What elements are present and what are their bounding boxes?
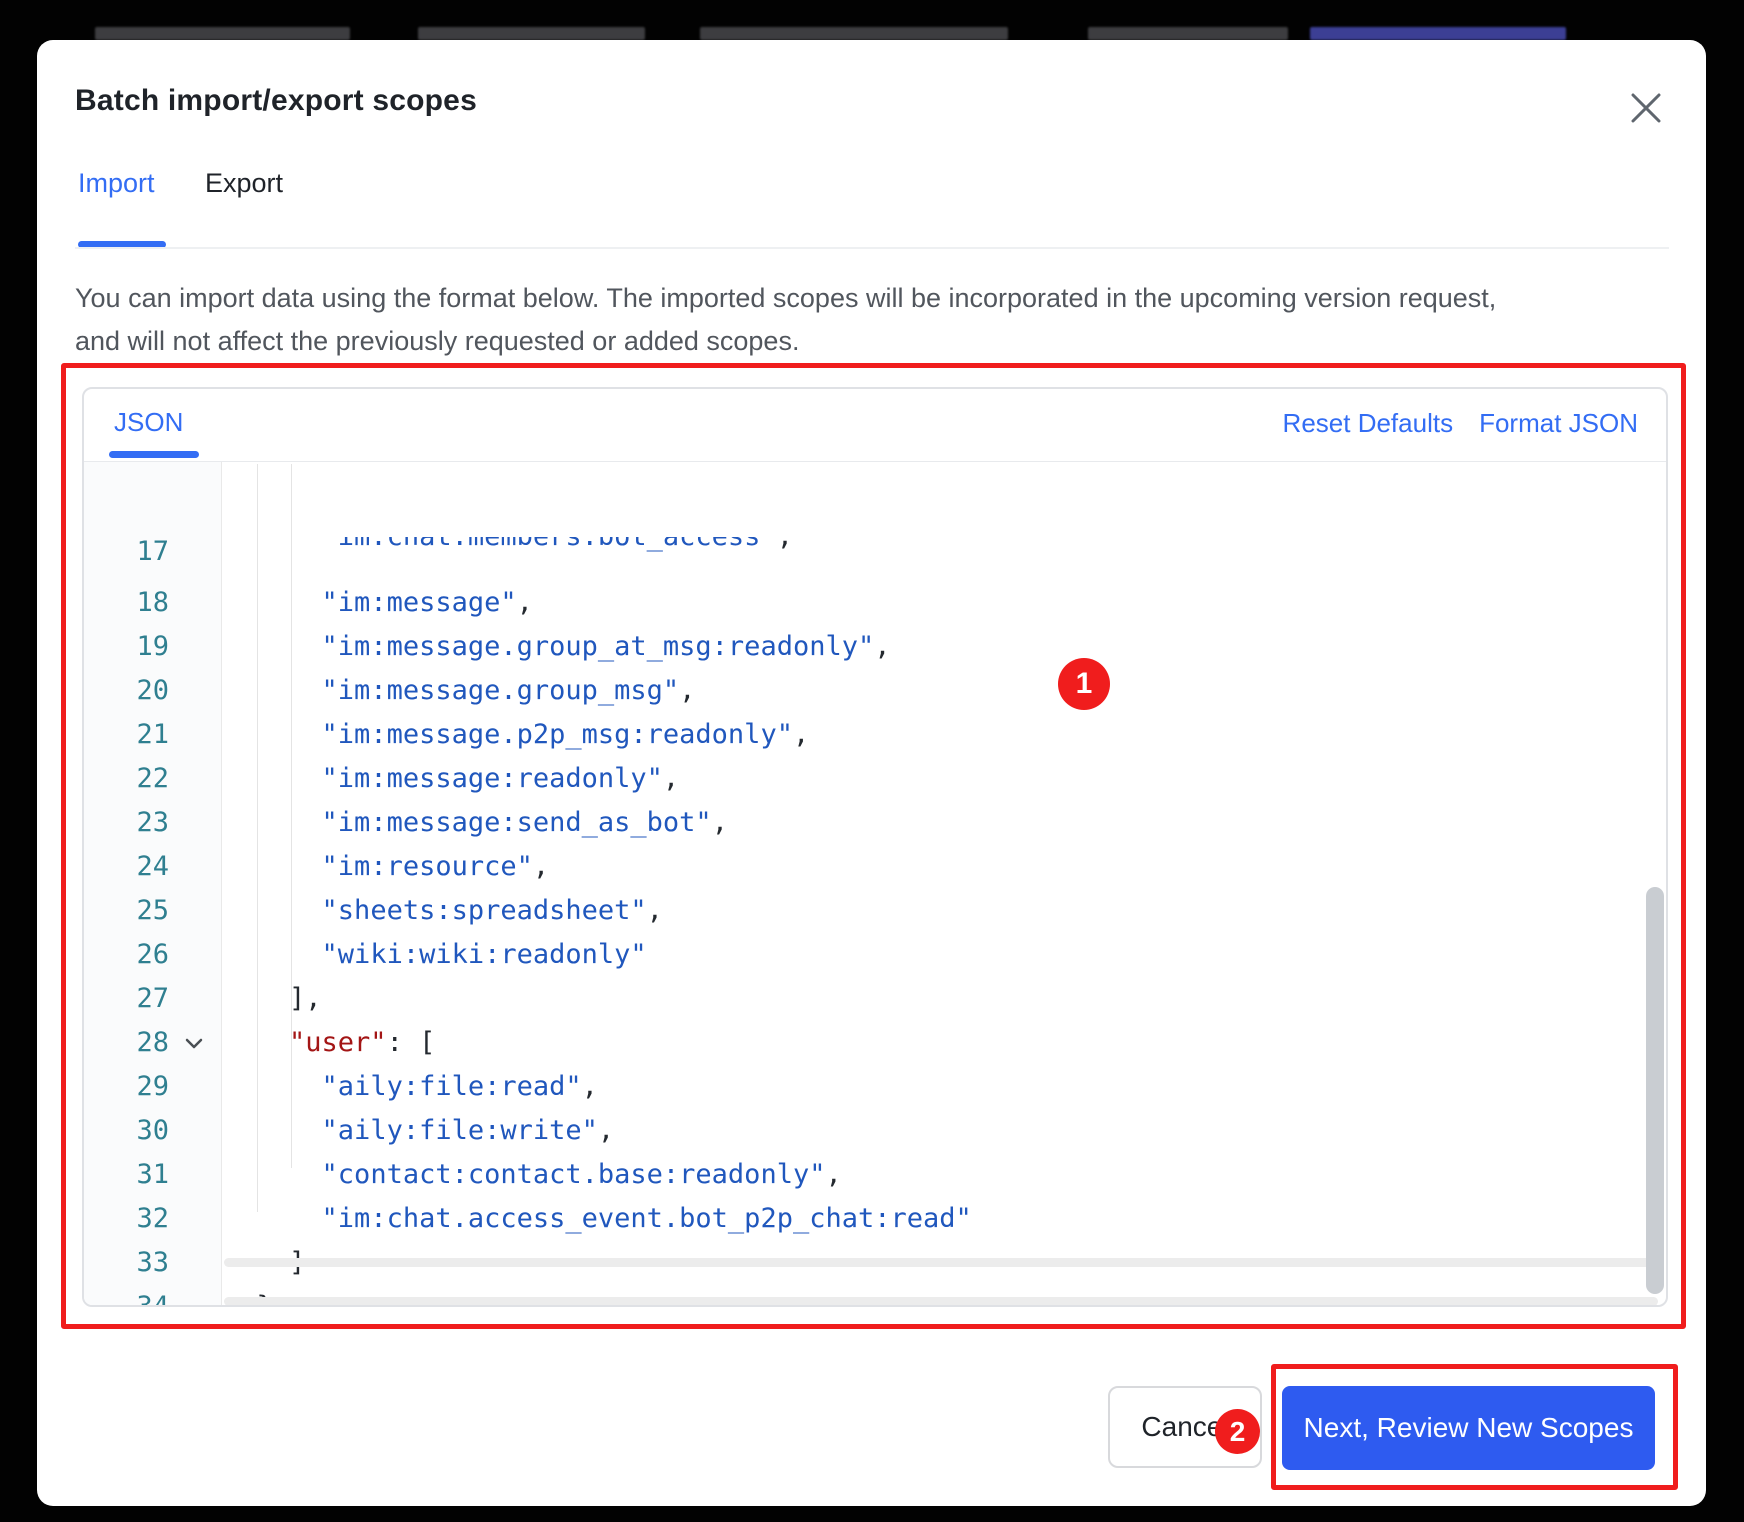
json-editor-card: JSON Reset Defaults Format JSON 17181920…	[82, 387, 1668, 1307]
line-number: 25	[84, 889, 169, 933]
tabs-divider	[75, 247, 1669, 249]
json-tab-underline	[109, 451, 199, 458]
json-code-editor[interactable]: 17181920212223242526272829303132333435 "…	[84, 462, 1666, 1305]
line-number: 32	[84, 1197, 169, 1241]
line-number: 26	[84, 933, 169, 977]
line-number: 23	[84, 801, 169, 845]
line-number: 27	[84, 977, 169, 1021]
next-review-scopes-button[interactable]: Next, Review New Scopes	[1282, 1386, 1655, 1470]
line-number: 33	[84, 1241, 169, 1285]
code-line: "im:message:readonly",	[224, 757, 1662, 801]
line-number: 20	[84, 669, 169, 713]
code-line: "aily:file:write",	[224, 1109, 1662, 1153]
reset-defaults-link[interactable]: Reset Defaults	[1283, 408, 1454, 439]
vertical-scrollbar-thumb[interactable]	[1646, 887, 1664, 1294]
horizontal-scrollbar-track[interactable]	[224, 1297, 1658, 1306]
code-line: "im:message:send_as_bot",	[224, 801, 1662, 845]
annotation-badge-2: 2	[1215, 1409, 1260, 1454]
line-number: 28	[84, 1021, 169, 1065]
screen: Batch import/export scopes Import Export…	[0, 0, 1744, 1522]
code-line: "im:chat.access_event.bot_p2p_chat:read"	[224, 1197, 1662, 1241]
format-json-link[interactable]: Format JSON	[1479, 408, 1638, 439]
code-line: "im:message.group_msg",	[224, 669, 1662, 713]
code-line: "im:resource",	[224, 845, 1662, 889]
tab-import[interactable]: Import	[78, 168, 155, 199]
line-number: 31	[84, 1153, 169, 1197]
close-icon	[1629, 91, 1663, 130]
tab-json[interactable]: JSON	[114, 407, 183, 438]
code-line: "wiki:wiki:readonly"	[224, 933, 1662, 977]
fold-chevron-down-icon[interactable]	[182, 1021, 206, 1065]
code-line: "im:chat:members:bot_access",	[224, 537, 1662, 579]
code-line: "contact:contact.base:readonly",	[224, 1153, 1662, 1197]
code-line: "sheets:spreadsheet",	[224, 889, 1662, 933]
code-line: "im:message",	[224, 581, 1662, 625]
editor-header: JSON Reset Defaults Format JSON	[84, 389, 1666, 462]
code-line: "aily:file:read",	[224, 1065, 1662, 1109]
line-number: 21	[84, 713, 169, 757]
code-line: "im:message.group_at_msg:readonly",	[224, 625, 1662, 669]
line-number: 19	[84, 625, 169, 669]
code-line: "im:message.p2p_msg:readonly",	[224, 713, 1662, 757]
line-number: 18	[84, 581, 169, 625]
line-number: 29	[84, 1065, 169, 1109]
modal-title: Batch import/export scopes	[75, 84, 477, 118]
modal-description-line2: and will not affect the previously reque…	[75, 320, 1675, 363]
line-number: 30	[84, 1109, 169, 1153]
horizontal-scrollbar[interactable]	[224, 1258, 1658, 1267]
modal-description-line1: You can import data using the format bel…	[75, 277, 1675, 320]
line-number-gutter: 17181920212223242526272829303132333435	[84, 462, 222, 1307]
code-line: ],	[224, 977, 1662, 1021]
background-page-link-fragment	[1310, 27, 1566, 40]
background-page-fragment	[700, 27, 1008, 40]
line-number: 24	[84, 845, 169, 889]
background-page-fragment	[1088, 27, 1288, 40]
line-number: 34	[84, 1285, 169, 1307]
background-page-fragment	[95, 27, 350, 40]
code-line: "user": [	[224, 1021, 1662, 1065]
close-button[interactable]	[1627, 91, 1665, 129]
line-number: 17	[84, 537, 169, 579]
tab-export[interactable]: Export	[205, 168, 283, 199]
annotation-badge-1: 1	[1058, 658, 1110, 710]
background-page-fragment	[418, 27, 645, 40]
line-number: 22	[84, 757, 169, 801]
